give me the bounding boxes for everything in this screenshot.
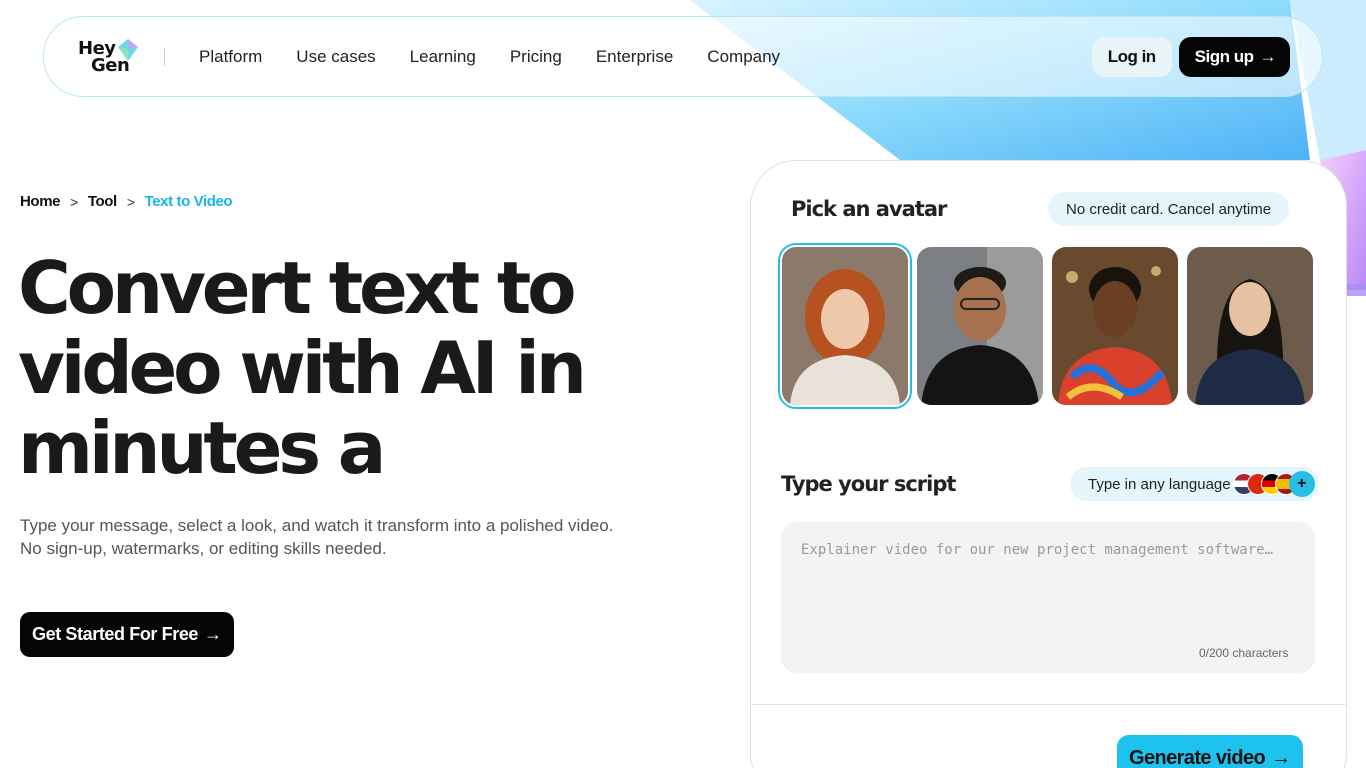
nav-link-pricing[interactable]: Pricing [510,47,562,67]
page-title: Convert text to video with AI in minutes… [18,248,658,488]
avatar-option-3[interactable] [1052,247,1178,405]
language-badge[interactable]: Type in any language + [1070,467,1319,501]
logo-gem-icon [118,38,138,61]
nav-link-company[interactable]: Company [707,47,780,67]
page-title-line2: video with AI in [18,326,587,410]
arrow-right-icon: → [204,624,222,644]
breadcrumb-tool[interactable]: Tool [88,193,117,210]
login-button[interactable]: Log in [1091,36,1172,77]
page-title-line3: minutes a [18,406,386,490]
top-navigation: Hey Gen Platform Use cases Learning Pric… [43,16,1323,97]
get-started-button[interactable]: Get Started For Free → [20,612,234,657]
plus-icon: + [1288,471,1315,497]
no-credit-card-badge: No credit card. Cancel anytime [1048,192,1290,226]
avatar-2-image [917,247,1043,405]
nav-links: Platform Use cases Learning Pricing Ente… [199,47,814,67]
nav-link-use-cases[interactable]: Use cases [296,47,375,67]
chevron-right-icon: > [70,193,78,210]
avatar-option-4[interactable] [1187,247,1313,405]
nav-link-enterprise[interactable]: Enterprise [596,47,673,67]
hero-subtitle-line2: No sign-up, watermarks, or editing skill… [20,539,387,558]
avatar-option-1[interactable] [778,243,912,409]
breadcrumb-home[interactable]: Home [20,193,60,210]
generate-video-label: Generate video [1129,746,1266,768]
nav-link-platform[interactable]: Platform [199,47,262,67]
type-script-heading: Type your script [781,472,956,496]
signup-button[interactable]: Sign up → [1178,36,1290,77]
pick-avatar-heading: Pick an avatar [791,197,947,221]
breadcrumb: Home > Tool > Text to Video [20,193,233,210]
avatar-script-card: Pick an avatar No credit card. Cancel an… [750,160,1347,768]
generate-video-button[interactable]: Generate video → [1117,735,1303,768]
nav-divider [164,47,165,66]
nav-actions: Log in Sign up → [1091,36,1290,77]
breadcrumb-current: Text to Video [144,193,233,210]
avatar-picker [778,243,1322,409]
avatar-1-image [782,247,908,405]
avatar-option-2[interactable] [917,247,1043,405]
language-flags: + [1232,471,1315,497]
hero-subtitle: Type your message, select a look, and wa… [20,514,660,560]
nav-link-learning[interactable]: Learning [410,47,476,67]
arrow-right-icon: → [1271,746,1291,768]
language-badge-label: Type in any language [1088,475,1231,493]
card-divider [751,704,1346,705]
page-title-line1: Convert text to [18,246,577,330]
get-started-label: Get Started For Free [32,624,199,644]
heygen-logo[interactable]: Hey Gen [78,37,142,77]
avatar-4-image [1187,247,1313,405]
chevron-right-icon: > [126,193,135,210]
character-counter: 0/200 characters [1199,646,1289,660]
avatar-3-image [1052,247,1178,405]
arrow-right-icon: → [1259,46,1277,66]
signup-button-label: Sign up [1194,46,1254,66]
hero-subtitle-line1: Type your message, select a look, and wa… [20,516,614,535]
